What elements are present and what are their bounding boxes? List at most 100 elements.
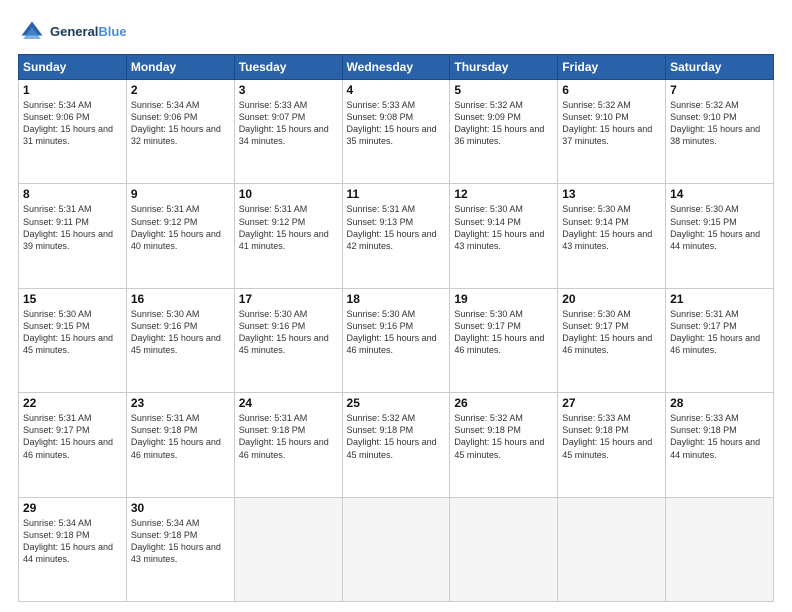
day-number: 26	[454, 396, 553, 410]
calendar-cell: 6Sunrise: 5:32 AMSunset: 9:10 PMDaylight…	[558, 80, 666, 184]
day-info: Sunrise: 5:31 AMSunset: 9:17 PMDaylight:…	[670, 308, 769, 357]
calendar-cell: 17 Sunrise: 5:30 AMSunset: 9:16 PMDayligh…	[234, 288, 342, 392]
day-info: Sunrise: 5:30 AMSunset: 9:16 PMDaylight:…	[347, 308, 446, 357]
day-number: 19	[454, 292, 553, 306]
day-info: Sunrise: 5:33 AMSunset: 9:18 PMDaylight:…	[562, 412, 661, 461]
day-info: Sunrise: 5:30 AMSunset: 9:15 PMDaylight:…	[23, 308, 122, 357]
day-number: 25	[347, 396, 446, 410]
day-number: 4	[347, 83, 446, 97]
calendar-cell: 3 Sunrise: 5:33 AMSunset: 9:07 PMDaylight…	[234, 80, 342, 184]
col-header-saturday: Saturday	[666, 55, 774, 80]
day-info: Sunrise: 5:34 AMSunset: 9:18 PMDaylight:…	[131, 517, 230, 566]
day-number: 13	[562, 187, 661, 201]
day-info: Sunrise: 5:31 AMSunset: 9:17 PMDaylight:…	[23, 412, 122, 461]
day-number: 11	[347, 187, 446, 201]
day-number: 7	[670, 83, 769, 97]
day-number: 5	[454, 83, 553, 97]
day-number: 30	[131, 501, 230, 515]
calendar-cell: 22 Sunrise: 5:31 AMSunset: 9:17 PMDayligh…	[19, 393, 127, 497]
day-info: Sunrise: 5:31 AMSunset: 9:12 PMDaylight:…	[131, 203, 230, 252]
day-info: Sunrise: 5:31 AMSunset: 9:12 PMDaylight:…	[239, 203, 338, 252]
col-header-sunday: Sunday	[19, 55, 127, 80]
day-info: Sunrise: 5:30 AMSunset: 9:17 PMDaylight:…	[562, 308, 661, 357]
calendar-cell: 19 Sunrise: 5:30 AMSunset: 9:17 PMDayligh…	[450, 288, 558, 392]
calendar-cell: 9 Sunrise: 5:31 AMSunset: 9:12 PMDaylight…	[126, 184, 234, 288]
day-number: 8	[23, 187, 122, 201]
day-info: Sunrise: 5:31 AMSunset: 9:18 PMDaylight:…	[131, 412, 230, 461]
day-number: 3	[239, 83, 338, 97]
calendar-cell: 7 Sunrise: 5:32 AMSunset: 9:10 PMDaylight…	[666, 80, 774, 184]
day-info: Sunrise: 5:32 AMSunset: 9:09 PMDaylight:…	[454, 99, 553, 148]
day-info: Sunrise: 5:34 AMSunset: 9:06 PMDaylight:…	[23, 99, 122, 148]
calendar-cell: 4 Sunrise: 5:33 AMSunset: 9:08 PMDaylight…	[342, 80, 450, 184]
day-info: Sunrise: 5:34 AMSunset: 9:18 PMDaylight:…	[23, 517, 122, 566]
calendar-cell: 20 Sunrise: 5:30 AMSunset: 9:17 PMDayligh…	[558, 288, 666, 392]
logo-icon	[18, 18, 46, 46]
calendar-cell	[558, 497, 666, 601]
calendar-cell: 8 Sunrise: 5:31 AMSunset: 9:11 PMDaylight…	[19, 184, 127, 288]
header: GeneralBlue	[18, 18, 774, 46]
day-number: 29	[23, 501, 122, 515]
calendar-cell	[234, 497, 342, 601]
calendar-cell: 14Sunrise: 5:30 AMSunset: 9:15 PMDayligh…	[666, 184, 774, 288]
day-number: 2	[131, 83, 230, 97]
day-number: 24	[239, 396, 338, 410]
calendar-cell: 2Sunrise: 5:34 AMSunset: 9:06 PMDaylight…	[126, 80, 234, 184]
day-number: 1	[23, 83, 122, 97]
calendar-cell	[450, 497, 558, 601]
day-number: 16	[131, 292, 230, 306]
calendar-cell	[342, 497, 450, 601]
day-info: Sunrise: 5:31 AMSunset: 9:13 PMDaylight:…	[347, 203, 446, 252]
day-number: 15	[23, 292, 122, 306]
day-info: Sunrise: 5:32 AMSunset: 9:18 PMDaylight:…	[347, 412, 446, 461]
day-number: 17	[239, 292, 338, 306]
col-header-wednesday: Wednesday	[342, 55, 450, 80]
calendar-cell: 10 Sunrise: 5:31 AMSunset: 9:12 PMDayligh…	[234, 184, 342, 288]
day-info: Sunrise: 5:33 AMSunset: 9:07 PMDaylight:…	[239, 99, 338, 148]
day-number: 22	[23, 396, 122, 410]
day-info: Sunrise: 5:30 AMSunset: 9:16 PMDaylight:…	[131, 308, 230, 357]
calendar-cell: 27Sunrise: 5:33 AMSunset: 9:18 PMDayligh…	[558, 393, 666, 497]
calendar-cell: 1 Sunrise: 5:34 AMSunset: 9:06 PMDaylight…	[19, 80, 127, 184]
calendar-week-2: 8 Sunrise: 5:31 AMSunset: 9:11 PMDaylight…	[19, 184, 774, 288]
day-info: Sunrise: 5:33 AMSunset: 9:18 PMDaylight:…	[670, 412, 769, 461]
calendar-week-1: 1 Sunrise: 5:34 AMSunset: 9:06 PMDaylight…	[19, 80, 774, 184]
day-info: Sunrise: 5:30 AMSunset: 9:14 PMDaylight:…	[454, 203, 553, 252]
calendar-cell: 30 Sunrise: 5:34 AMSunset: 9:18 PMDayligh…	[126, 497, 234, 601]
day-info: Sunrise: 5:30 AMSunset: 9:14 PMDaylight:…	[562, 203, 661, 252]
calendar-cell: 15 Sunrise: 5:30 AMSunset: 9:15 PMDayligh…	[19, 288, 127, 392]
page: GeneralBlue SundayMondayTuesdayWednesday…	[0, 0, 792, 612]
col-header-monday: Monday	[126, 55, 234, 80]
day-info: Sunrise: 5:31 AMSunset: 9:18 PMDaylight:…	[239, 412, 338, 461]
calendar-table: SundayMondayTuesdayWednesdayThursdayFrid…	[18, 54, 774, 602]
logo: GeneralBlue	[18, 18, 127, 46]
calendar-week-3: 15 Sunrise: 5:30 AMSunset: 9:15 PMDayligh…	[19, 288, 774, 392]
day-info: Sunrise: 5:30 AMSunset: 9:17 PMDaylight:…	[454, 308, 553, 357]
calendar-cell: 21 Sunrise: 5:31 AMSunset: 9:17 PMDayligh…	[666, 288, 774, 392]
calendar-cell: 5 Sunrise: 5:32 AMSunset: 9:09 PMDaylight…	[450, 80, 558, 184]
day-info: Sunrise: 5:32 AMSunset: 9:10 PMDaylight:…	[670, 99, 769, 148]
day-info: Sunrise: 5:30 AMSunset: 9:16 PMDaylight:…	[239, 308, 338, 357]
logo-text: GeneralBlue	[50, 25, 127, 39]
day-number: 20	[562, 292, 661, 306]
day-info: Sunrise: 5:31 AMSunset: 9:11 PMDaylight:…	[23, 203, 122, 252]
day-number: 21	[670, 292, 769, 306]
day-number: 9	[131, 187, 230, 201]
day-number: 23	[131, 396, 230, 410]
day-number: 10	[239, 187, 338, 201]
calendar-week-4: 22 Sunrise: 5:31 AMSunset: 9:17 PMDayligh…	[19, 393, 774, 497]
col-header-thursday: Thursday	[450, 55, 558, 80]
day-info: Sunrise: 5:33 AMSunset: 9:08 PMDaylight:…	[347, 99, 446, 148]
calendar-cell	[666, 497, 774, 601]
calendar-cell: 26 Sunrise: 5:32 AMSunset: 9:18 PMDayligh…	[450, 393, 558, 497]
day-number: 14	[670, 187, 769, 201]
calendar-cell: 18Sunrise: 5:30 AMSunset: 9:16 PMDayligh…	[342, 288, 450, 392]
calendar-week-5: 29 Sunrise: 5:34 AMSunset: 9:18 PMDayligh…	[19, 497, 774, 601]
calendar-cell: 13 Sunrise: 5:30 AMSunset: 9:14 PMDayligh…	[558, 184, 666, 288]
day-number: 6	[562, 83, 661, 97]
calendar-cell: 12Sunrise: 5:30 AMSunset: 9:14 PMDayligh…	[450, 184, 558, 288]
day-info: Sunrise: 5:32 AMSunset: 9:18 PMDaylight:…	[454, 412, 553, 461]
col-header-tuesday: Tuesday	[234, 55, 342, 80]
calendar-cell: 16 Sunrise: 5:30 AMSunset: 9:16 PMDayligh…	[126, 288, 234, 392]
calendar-cell: 28Sunrise: 5:33 AMSunset: 9:18 PMDayligh…	[666, 393, 774, 497]
